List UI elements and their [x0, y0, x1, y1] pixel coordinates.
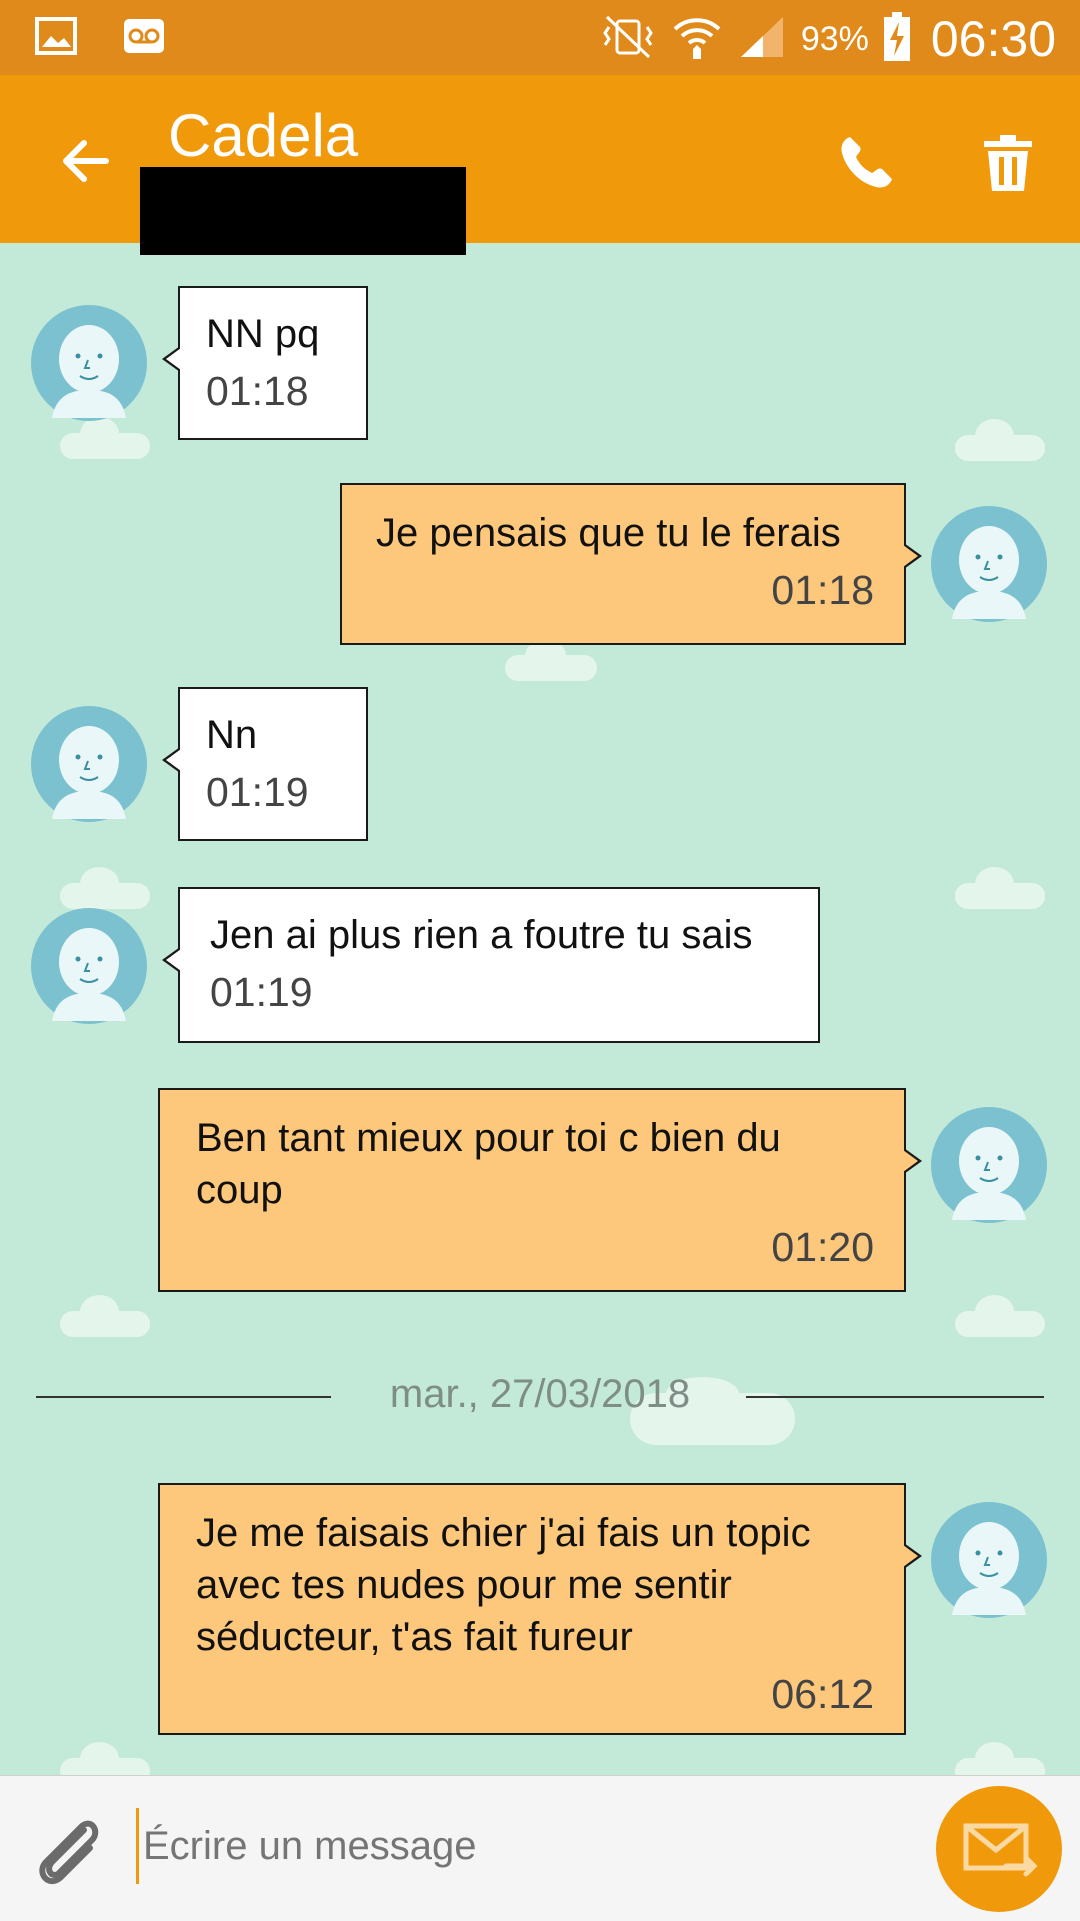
avatar-face-icon	[931, 1107, 1047, 1223]
message-input[interactable]	[136, 1808, 903, 1884]
cloud-decoration	[60, 1742, 150, 1775]
paperclip-icon	[39, 1820, 99, 1885]
battery-percent: 93%	[800, 19, 869, 58]
attach-button[interactable]	[30, 1808, 108, 1888]
compose-bar	[0, 1775, 1080, 1921]
contact-name[interactable]: Cadela	[168, 101, 358, 170]
message-text: NN pq	[206, 312, 320, 356]
phone-icon	[841, 137, 892, 188]
message-time: 01:20	[771, 1224, 874, 1270]
message-time: 01:19	[210, 969, 313, 1015]
conversation-area[interactable]: NN pq 01:18 Je pensais que tu le ferais …	[0, 243, 1080, 1775]
avatar-face-icon	[31, 305, 147, 421]
battery-charging-icon	[883, 11, 911, 67]
signal-icon	[737, 13, 787, 66]
avatar-face-icon	[31, 908, 147, 1024]
cloud-decoration	[60, 867, 150, 909]
message-text: Je me faisais chier j'ai fais un topic a…	[196, 1511, 811, 1659]
message-text: Je pensais que tu le ferais	[376, 511, 841, 555]
my-avatar[interactable]	[930, 1106, 1048, 1224]
message-time: 01:19	[206, 769, 309, 815]
redacted-number	[140, 167, 466, 255]
message-time: 01:18	[206, 368, 309, 414]
status-bar: 93% 06:30	[0, 0, 1080, 75]
divider	[746, 1396, 1044, 1398]
call-button[interactable]	[830, 127, 902, 199]
message-bubble-incoming[interactable]: NN pq 01:18	[162, 286, 368, 440]
avatar-face-icon	[931, 506, 1047, 622]
message-bubble-outgoing[interactable]: Ben tant mieux pour toi c bien du coup 0…	[158, 1088, 922, 1292]
back-arrow-icon	[63, 140, 109, 182]
message-text: Nn	[206, 713, 258, 757]
cloud-decoration	[955, 1742, 1045, 1775]
cloud-decoration	[955, 419, 1045, 461]
vibrate-icon	[599, 13, 657, 66]
contact-avatar[interactable]	[30, 907, 148, 1025]
gallery-icon	[34, 16, 78, 61]
avatar-face-icon	[931, 1502, 1047, 1618]
back-button[interactable]	[52, 125, 124, 197]
trash-icon	[984, 135, 1032, 191]
contact-avatar[interactable]	[30, 705, 148, 823]
message-time: 01:18	[771, 567, 874, 613]
delete-button[interactable]	[972, 127, 1044, 199]
date-label: mar., 27/03/2018	[389, 1372, 691, 1416]
cloud-decoration	[505, 639, 597, 681]
my-avatar[interactable]	[930, 1501, 1048, 1619]
contact-avatar[interactable]	[30, 304, 148, 422]
message-text: Ben tant mieux pour toi c bien du coup	[196, 1116, 781, 1212]
message-bubble-outgoing[interactable]: Je pensais que tu le ferais 01:18	[340, 483, 922, 645]
message-time: 06:12	[771, 1671, 874, 1717]
cloud-decoration	[60, 417, 150, 459]
date-separator: mar., 27/03/2018	[0, 1368, 1080, 1428]
send-button[interactable]	[936, 1786, 1062, 1912]
message-text: Jen ai plus rien a foutre tu sais	[210, 913, 753, 957]
message-bubble-incoming[interactable]: Nn 01:19	[162, 687, 368, 841]
send-envelope-icon	[963, 1823, 1038, 1877]
wifi-icon	[671, 13, 723, 66]
cloud-decoration	[955, 867, 1045, 909]
app-bar: Cadela	[0, 75, 1080, 255]
clock: 06:30	[930, 11, 1056, 67]
voicemail-icon	[122, 16, 166, 61]
message-bubble-outgoing[interactable]: Je me faisais chier j'ai fais un topic a…	[158, 1483, 922, 1735]
message-bubble-incoming[interactable]: Jen ai plus rien a foutre tu sais 01:19	[162, 887, 820, 1043]
avatar-face-icon	[31, 706, 147, 822]
cloud-decoration	[955, 1295, 1045, 1337]
my-avatar[interactable]	[930, 505, 1048, 623]
cloud-decoration	[60, 1295, 150, 1337]
